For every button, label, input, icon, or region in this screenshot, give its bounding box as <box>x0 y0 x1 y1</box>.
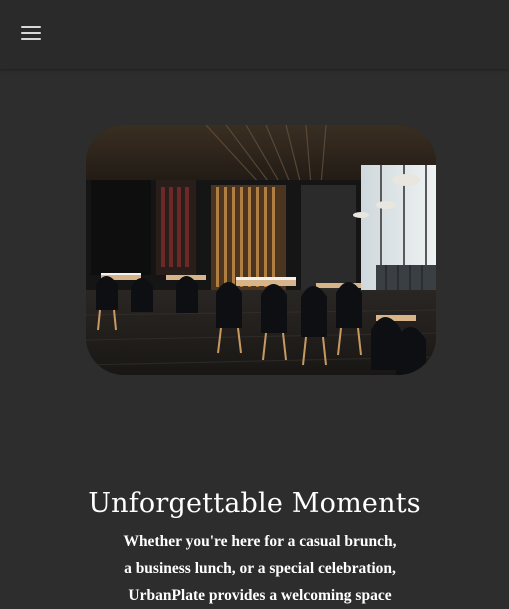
restaurant-hero-image <box>86 125 436 375</box>
description-line: a business lunch, or a special celebrati… <box>124 560 396 577</box>
section-description: Whether you're here for a casual brunch,… <box>90 528 430 609</box>
top-navigation-bar <box>0 0 509 69</box>
description-line: UrbanPlate provides a welcoming space <box>128 587 392 604</box>
section-title: Unforgettable Moments <box>88 488 421 519</box>
restaurant-interior-illustration <box>86 125 436 375</box>
description-line: Whether you're here for a casual brunch, <box>123 533 397 550</box>
hamburger-menu-icon[interactable] <box>21 24 41 42</box>
